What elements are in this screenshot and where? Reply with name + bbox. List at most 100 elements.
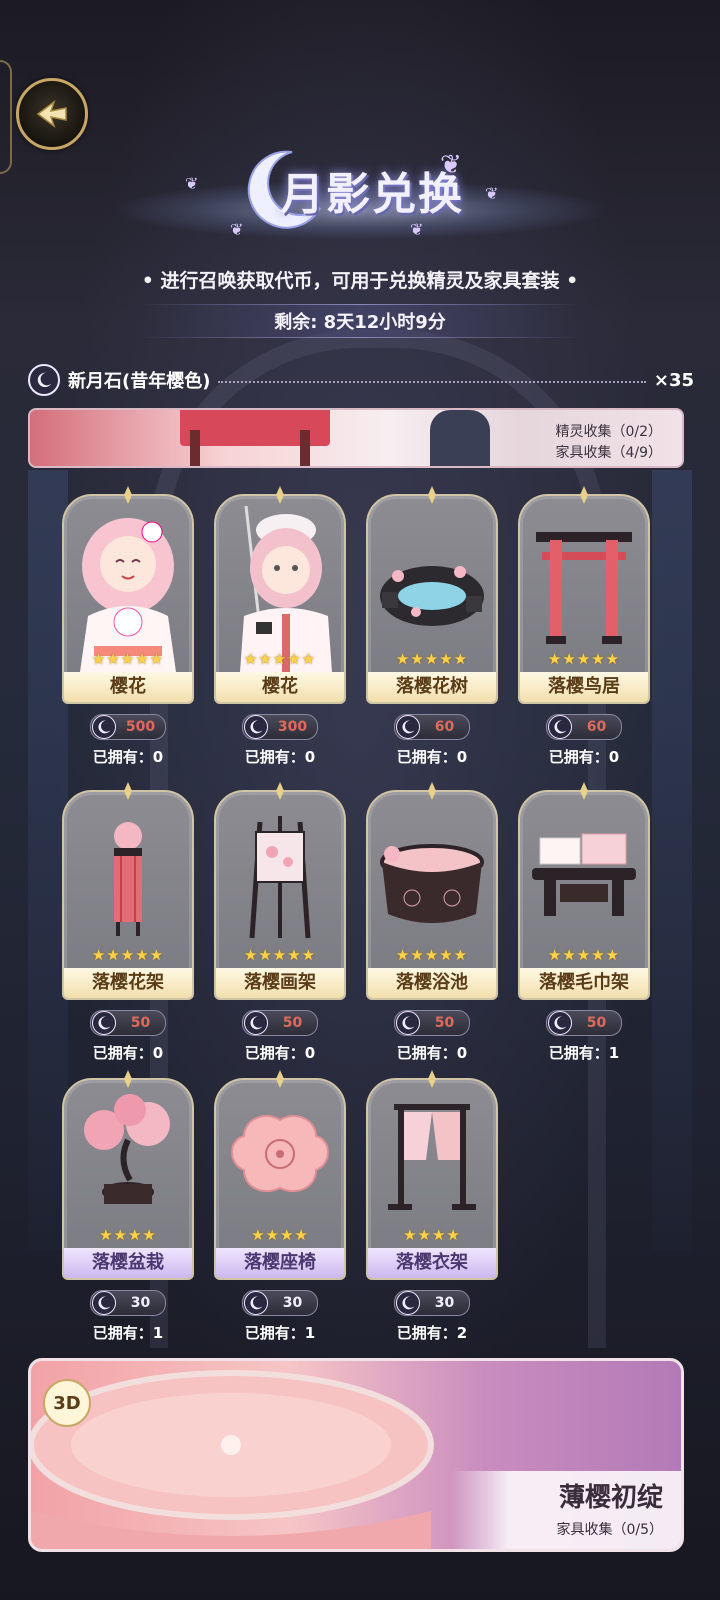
rarity-stars: ★★★★★ [243,946,317,964]
event-title: 月影兑换 [280,169,464,220]
owned-count: 已拥有：0 [396,1044,468,1062]
item-price: 300 [242,714,318,740]
crown-ornament-icon [276,1070,284,1088]
owned-count: 已拥有：0 [244,748,316,766]
shop-item-card[interactable]: ★★★★ 落樱盆栽 30 已拥有：1 [62,1070,194,1343]
side-tab-edge [0,60,12,174]
shop-item-card[interactable]: ★★★★★ 落樱浴池 50 已拥有：0 [366,782,498,1063]
crown-ornament-icon [580,782,588,800]
item-price: 60 [394,714,470,740]
item-name: 落樱花树 [368,672,496,702]
item-frame: ★★★★★ 落樱花树 [366,494,498,704]
crescent-moon-icon [244,1011,268,1035]
item-price: 50 [90,1010,166,1036]
price-value: 30 [434,1295,455,1311]
owned-count: 已拥有：0 [396,748,468,766]
price-value: 50 [434,1015,455,1031]
owned-count: 已拥有：0 [548,748,620,766]
crown-ornament-icon [124,1070,132,1088]
item-frame: ★★★★ 落樱座椅 [214,1078,346,1280]
item-frame: ★★★★★ 樱花 [214,494,346,704]
owned-count: 已拥有：0 [244,1044,316,1062]
price-value: 30 [130,1295,151,1311]
rarity-stars: ★★★★★ [395,946,469,964]
shop-item-card[interactable]: ★★★★★ 落樱鸟居 60 已拥有：0 [518,486,650,767]
crown-ornament-icon [580,486,588,504]
item-frame: ★★★★★ 落樱鸟居 [518,494,650,704]
crescent-moon-icon [28,364,60,396]
item-name: 落樱盆栽 [64,1248,192,1278]
rarity-stars: ★★★★★ [91,946,165,964]
item-name: 樱花 [216,672,344,702]
butterfly-icon: ❦ [230,220,244,239]
owned-count: 已拥有：2 [396,1324,468,1342]
item-frame: ★★★★★ 落樱毛巾架 [518,790,650,1000]
banner-art-post [190,430,200,466]
price-value: 60 [586,719,607,735]
rarity-stars: ★★★★★ [547,946,621,964]
item-name: 落樱浴池 [368,968,496,998]
price-value: 500 [125,719,156,735]
dotted-divider [218,381,646,383]
set-title: 薄樱初绽 [558,1483,663,1513]
time-remaining: 剩余: 8天12小时9分 [140,304,580,338]
shop-item-card[interactable]: ★★★★★ 落樱花架 50 已拥有：0 [62,782,194,1063]
3d-badge: 3D [43,1379,91,1427]
crescent-moon-icon [548,1011,572,1035]
furniture-collection-progress: 家具收集（4/9） [555,445,662,461]
item-price: 60 [546,714,622,740]
price-value: 50 [586,1015,607,1031]
back-arrow-icon [36,99,67,129]
item-price: 50 [546,1010,622,1036]
shop-item-card[interactable]: ★★★★★ 樱花 300 已拥有：0 [214,486,346,767]
crescent-moon-icon [396,715,420,739]
item-frame: ★★★★★ 落樱画架 [214,790,346,1000]
price-value: 30 [282,1295,303,1311]
price-value: 50 [282,1015,303,1031]
banner-info: 薄樱初绽 家具收集（0/5） [451,1471,681,1549]
item-frame: ★★★★★ 落樱花架 [62,790,194,1000]
owned-count: 已拥有：0 [92,1044,164,1062]
crescent-moon-icon [92,1291,116,1315]
shop-item-card[interactable]: ★★★★★ 落樱画架 50 已拥有：0 [214,782,346,1063]
set-banner-furniture[interactable]: 3D 薄樱初绽 家具收集（0/5） [28,1358,684,1552]
owned-count: 已拥有：1 [92,1324,164,1342]
shop-item-card[interactable]: ★★★★ 落樱衣架 30 已拥有：2 [366,1070,498,1343]
item-name: 落樱毛巾架 [520,968,648,998]
crescent-moon-icon [396,1011,420,1035]
event-description: • 进行召唤获取代币，可用于兑换精灵及家具套装 • [141,270,579,292]
shop-item-card[interactable]: ★★★★★ 落樱花树 60 已拥有：0 [366,486,498,767]
butterfly-icon: ❦ [185,174,199,193]
currency-count: ×35 [653,369,694,391]
item-price: 30 [90,1290,166,1316]
back-button[interactable] [16,78,88,150]
item-name: 落樱鸟居 [520,672,648,702]
item-price: 50 [394,1010,470,1036]
price-value: 300 [277,719,308,735]
crescent-moon-icon [92,715,116,739]
event-title-logo: 月影兑换 ❦ ❦ ❦ ❦ ❦ [110,140,610,250]
item-frame: ★★★★ 落樱盆栽 [62,1078,194,1280]
price-value: 60 [434,719,455,735]
set-banner-spirit[interactable]: 精灵收集（0/2） 家具收集（4/9） [28,408,684,468]
item-name: 落樱花架 [64,968,192,998]
shop-item-card[interactable]: ★★★★★ 樱花 500 已拥有：0 [62,486,194,767]
owned-count: 已拥有：1 [548,1044,620,1062]
crown-ornament-icon [124,486,132,504]
item-price: 500 [90,714,166,740]
banner-art-post [300,430,310,466]
crown-ornament-icon [428,1070,436,1088]
rarity-stars: ★★★★★ [547,650,621,668]
owned-count: 已拥有：1 [244,1324,316,1342]
owned-count: 已拥有：0 [92,748,164,766]
rarity-stars: ★★★★★ [395,650,469,668]
shop-item-card[interactable]: ★★★★ 落樱座椅 30 已拥有：1 [214,1070,346,1343]
shop-item-card[interactable]: ★★★★★ 落樱毛巾架 50 已拥有：1 [518,782,650,1063]
rarity-stars: ★★★★ [403,1226,461,1244]
banner-art-figure [430,410,490,466]
item-price: 30 [394,1290,470,1316]
butterfly-icon: ❦ [440,150,462,180]
item-name: 落樱画架 [216,968,344,998]
rarity-stars: ★★★★★ [243,650,317,668]
crown-ornament-icon [428,486,436,504]
